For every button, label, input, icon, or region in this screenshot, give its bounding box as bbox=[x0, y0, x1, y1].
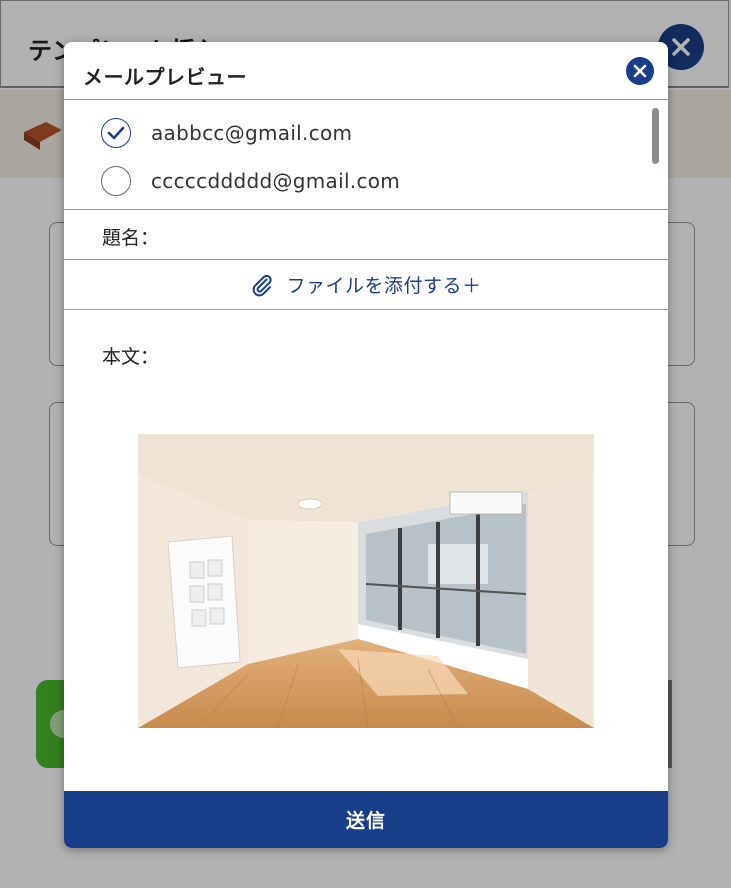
paperclip-icon bbox=[253, 274, 273, 296]
recipient-email: cccccddddd@gmail.com bbox=[151, 169, 401, 193]
recipient-radio-checked[interactable] bbox=[101, 118, 131, 148]
close-button[interactable] bbox=[626, 57, 654, 85]
scrollbar[interactable] bbox=[652, 108, 659, 164]
room-photo bbox=[138, 434, 594, 728]
recipient-option[interactable]: aabbcc@gmail.com bbox=[101, 116, 352, 150]
mail-preview-modal: メールプレビュー aabbcc@gmail.com cccccddddd@gma… bbox=[64, 42, 668, 848]
attach-file-button[interactable]: ファイルを添付する＋ bbox=[64, 260, 668, 310]
send-button[interactable]: 送信 bbox=[64, 791, 668, 848]
subject-row: 題名： bbox=[64, 210, 668, 260]
attach-file-label: ファイルを添付する＋ bbox=[286, 275, 482, 297]
body-label: 本文： bbox=[102, 346, 160, 368]
close-icon bbox=[633, 64, 647, 78]
recipient-list: aabbcc@gmail.com cccccddddd@gmail.com bbox=[64, 100, 668, 210]
modal-header: メールプレビュー bbox=[64, 42, 668, 100]
checkmark-icon bbox=[107, 126, 125, 140]
recipient-radio[interactable] bbox=[101, 166, 131, 196]
recipient-option[interactable]: cccccddddd@gmail.com bbox=[101, 164, 400, 198]
recipient-email: aabbcc@gmail.com bbox=[151, 121, 353, 145]
modal-title: メールプレビュー bbox=[83, 65, 247, 89]
subject-label: 題名： bbox=[102, 227, 160, 249]
